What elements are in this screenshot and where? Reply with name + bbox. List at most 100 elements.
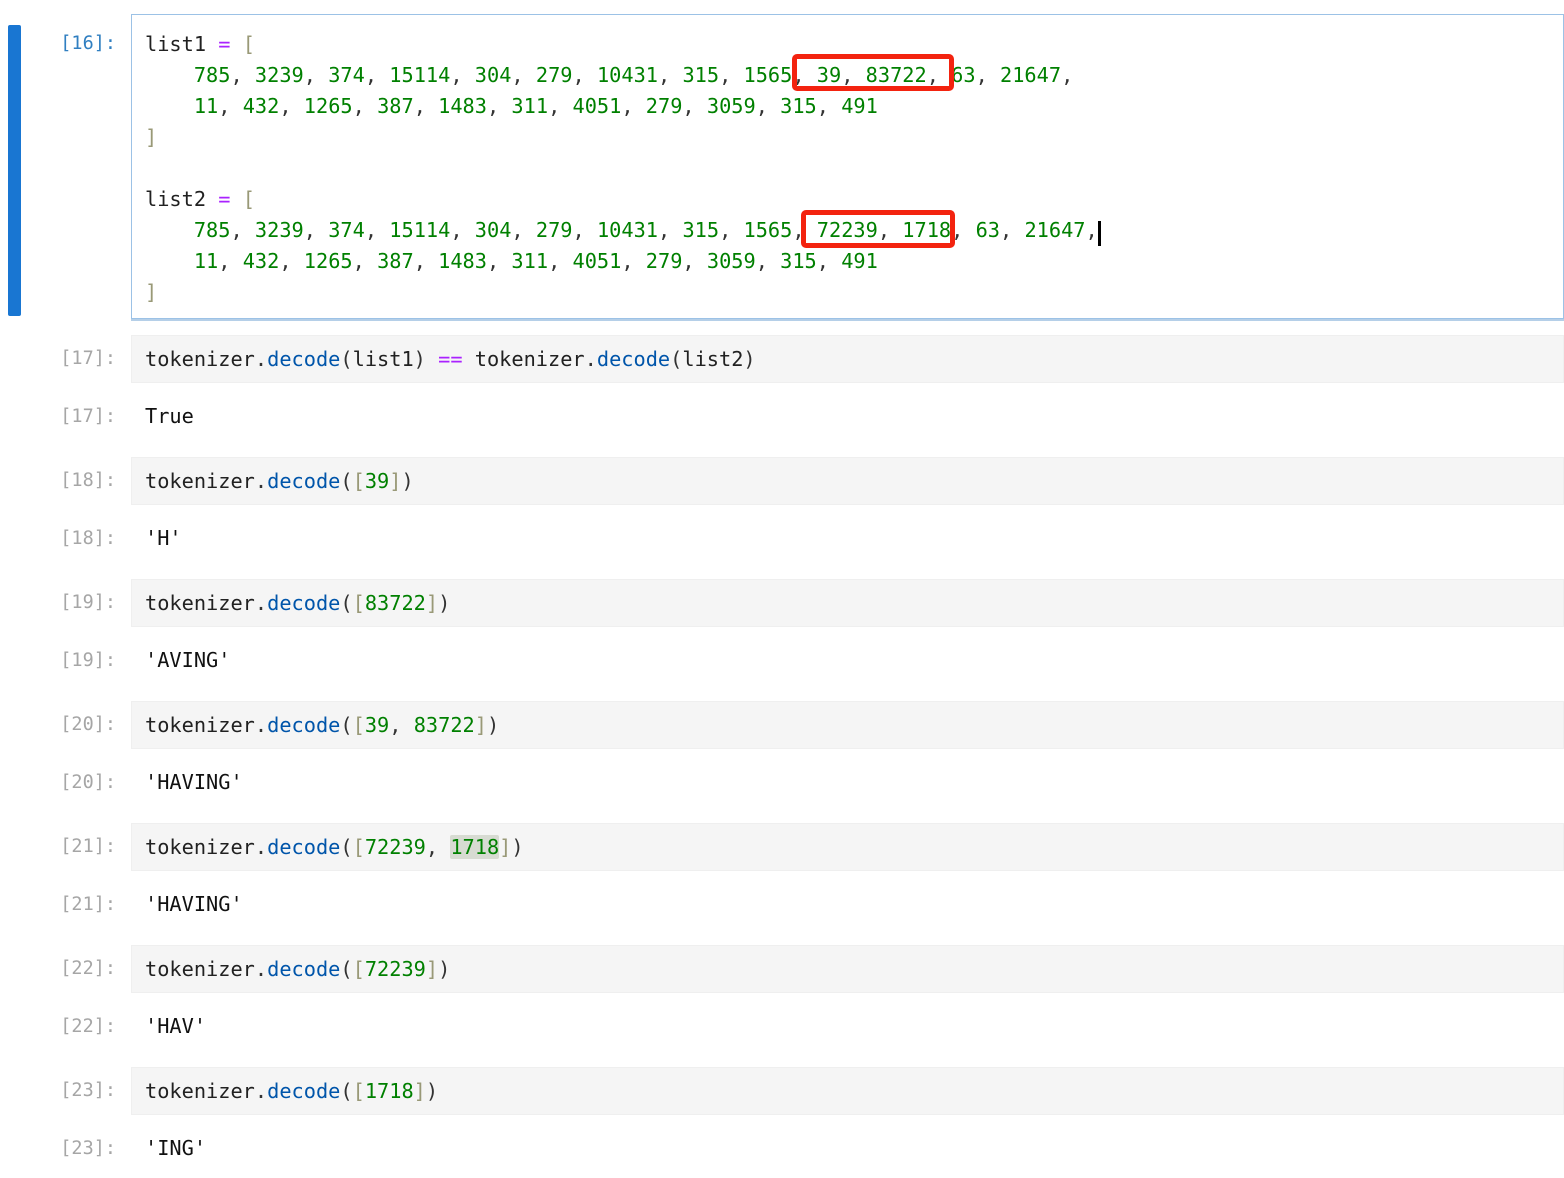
input-prompt: [22]: <box>0 945 131 993</box>
code-token: , <box>1061 63 1073 87</box>
code-token: , <box>658 63 670 87</box>
code-line: list2 = [ <box>145 184 1563 215</box>
code-line: list1 = [ <box>145 29 1563 60</box>
code-token <box>499 249 511 273</box>
code-line: tokenizer.decode([1718]) <box>145 1076 1563 1107</box>
code-token: 72239 <box>365 957 426 981</box>
code-token: , <box>573 63 585 87</box>
code-token: 304 <box>475 218 512 242</box>
code-token <box>695 94 707 118</box>
cell-input-area: [20]:tokenizer.decode([39, 83722]) <box>0 701 1564 749</box>
code-token: 279 <box>536 218 573 242</box>
code-token: 1718 <box>902 218 951 242</box>
code-token: 1718 <box>365 1079 414 1103</box>
code-token: ] <box>426 591 438 615</box>
code-token: 10431 <box>597 218 658 242</box>
code-token: 15114 <box>389 63 450 87</box>
code-editor[interactable]: tokenizer.decode([39, 83722]) <box>131 701 1564 749</box>
code-token: decode <box>597 347 670 371</box>
code-token: ( <box>340 957 352 981</box>
code-token: 374 <box>328 63 365 87</box>
code-token: . <box>255 713 267 737</box>
code-token: 279 <box>646 94 683 118</box>
code-editor[interactable]: tokenizer.decode([1718]) <box>131 1067 1564 1115</box>
code-token <box>463 347 475 371</box>
code-token <box>963 218 975 242</box>
code-token: 3239 <box>255 63 304 87</box>
code-line: 785, 3239, 374, 15114, 304, 279, 10431, … <box>145 60 1563 91</box>
code-editor[interactable]: tokenizer.decode([72239, 1718]) <box>131 823 1564 871</box>
code-token <box>401 713 413 737</box>
code-token: 432 <box>243 94 280 118</box>
code-token: ) <box>438 591 450 615</box>
code-token: 11 <box>194 249 218 273</box>
code-token: ( <box>340 713 352 737</box>
code-token: 785 <box>194 218 231 242</box>
output-prompt: [22]: <box>0 1011 131 1042</box>
code-token: tokenizer <box>145 957 255 981</box>
code-token: 1565 <box>744 63 793 87</box>
code-token: 491 <box>841 249 878 273</box>
text-caret <box>1098 221 1101 246</box>
code-token: ( <box>340 469 352 493</box>
code-token: 83722 <box>866 63 927 87</box>
output-text: 'ING' <box>131 1133 206 1164</box>
code-token: . <box>585 347 597 371</box>
output-text: True <box>131 401 194 432</box>
code-token <box>243 218 255 242</box>
code-line: 11, 432, 1265, 387, 1483, 311, 4051, 279… <box>145 246 1563 277</box>
code-token: tokenizer <box>145 591 255 615</box>
code-line: 11, 432, 1265, 387, 1483, 311, 4051, 279… <box>145 91 1563 122</box>
output-prompt: [18]: <box>0 523 131 554</box>
code-token: , <box>279 249 291 273</box>
code-token <box>524 63 536 87</box>
code-token <box>560 94 572 118</box>
code-token: ( <box>340 591 352 615</box>
code-token <box>365 249 377 273</box>
notebook: [16]:list1 = [ 785, 3239, 374, 15114, 30… <box>0 0 1564 1178</box>
code-token <box>768 249 780 273</box>
code-token: , <box>304 218 316 242</box>
code-line: tokenizer.decode(list1) == tokenizer.dec… <box>145 344 1563 375</box>
output-prompt: [17]: <box>0 401 131 432</box>
code-token <box>145 218 194 242</box>
code-token: ) <box>743 347 755 371</box>
code-token: [ <box>243 187 255 211</box>
code-token: , <box>389 713 401 737</box>
code-token: == <box>438 347 462 371</box>
code-token <box>524 218 536 242</box>
code-token <box>230 94 242 118</box>
code-token: 4051 <box>573 249 622 273</box>
code-token: 4051 <box>573 94 622 118</box>
code-token: tokenizer <box>145 1079 255 1103</box>
code-token <box>634 249 646 273</box>
code-token: 315 <box>682 218 719 242</box>
output-prompt: [21]: <box>0 889 131 920</box>
code-token <box>585 218 597 242</box>
code-token: , <box>218 249 230 273</box>
code-line: tokenizer.decode([72239, 1718]) <box>145 832 1563 863</box>
code-editor[interactable]: tokenizer.decode(list1) == tokenizer.dec… <box>131 335 1564 383</box>
cell-input-area: [23]: tokenizer.decode([1718]) <box>0 1067 1564 1115</box>
code-token: ] <box>414 1079 426 1103</box>
code-cell-18: [18]:tokenizer.decode([39])[18]:'H' <box>0 457 1564 554</box>
code-token: [ <box>353 835 365 859</box>
code-editor[interactable]: list1 = [ 785, 3239, 374, 15114, 304, 27… <box>131 14 1564 319</box>
code-token: , <box>719 63 731 87</box>
code-token <box>805 218 817 242</box>
code-editor[interactable]: tokenizer.decode([72239]) <box>131 945 1564 993</box>
code-token: ) <box>414 347 426 371</box>
input-prompt: [21]: <box>0 823 131 871</box>
code-token: tokenizer <box>475 347 585 371</box>
code-token: . <box>255 469 267 493</box>
input-prompt: [23]: <box>0 1067 131 1115</box>
code-token: , <box>1086 218 1098 242</box>
code-token <box>231 187 243 211</box>
cell-output-area: [19]:'AVING' <box>0 645 1564 676</box>
code-token: , <box>365 218 377 242</box>
code-token: 387 <box>377 249 414 273</box>
code-editor[interactable]: tokenizer.decode([39]) <box>131 457 1564 505</box>
code-token: tokenizer <box>145 469 255 493</box>
code-token: 3059 <box>707 249 756 273</box>
code-editor[interactable]: tokenizer.decode([83722]) <box>131 579 1564 627</box>
